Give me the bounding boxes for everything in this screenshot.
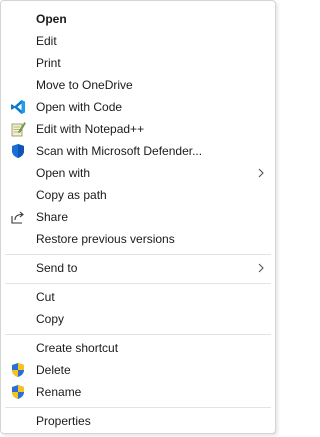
context-menu: Open Edit Print Move to OneDrive Open wi… xyxy=(0,0,276,434)
menu-item-share[interactable]: Share xyxy=(4,206,272,228)
menu-item-label: Rename xyxy=(36,385,82,399)
menu-separator xyxy=(5,254,271,255)
menu-item-open[interactable]: Open xyxy=(4,8,272,30)
menu-separator xyxy=(5,283,271,284)
vscode-icon xyxy=(11,100,25,114)
menu-item-label: Open with xyxy=(36,166,91,180)
menu-item-label: Open xyxy=(36,12,67,26)
chevron-right-icon xyxy=(258,263,264,273)
menu-item-label: Share xyxy=(36,210,69,224)
menu-item-label: Print xyxy=(36,56,61,70)
menu-item-label: Copy as path xyxy=(36,188,107,202)
menu-item-cut[interactable]: Cut xyxy=(4,286,272,308)
menu-item-print[interactable]: Print xyxy=(4,52,272,74)
defender-shield-icon xyxy=(12,144,24,158)
menu-item-move-to-onedrive[interactable]: Move to OneDrive xyxy=(4,74,272,96)
menu-item-copy[interactable]: Copy xyxy=(4,308,272,330)
menu-item-label: Cut xyxy=(36,290,55,304)
menu-item-label: Copy xyxy=(36,312,65,326)
menu-item-label: Send to xyxy=(36,261,78,275)
menu-item-delete[interactable]: Delete xyxy=(4,359,272,381)
menu-item-label: Properties xyxy=(36,414,91,428)
chevron-right-icon xyxy=(258,168,264,178)
menu-item-rename[interactable]: Rename xyxy=(4,381,272,403)
menu-item-label: Edit with Notepad++ xyxy=(36,122,145,136)
menu-item-label: Restore previous versions xyxy=(36,232,175,246)
menu-item-label: Edit xyxy=(36,34,57,48)
menu-item-restore-previous-versions[interactable]: Restore previous versions xyxy=(4,228,272,250)
menu-item-label: Create shortcut xyxy=(36,341,119,355)
menu-separator xyxy=(5,407,271,408)
menu-separator xyxy=(5,334,271,335)
menu-item-label: Move to OneDrive xyxy=(36,78,133,92)
uac-shield-icon xyxy=(12,363,24,377)
menu-item-edit[interactable]: Edit xyxy=(4,30,272,52)
menu-item-edit-with-notepadpp[interactable]: Edit with Notepad++ xyxy=(4,118,272,140)
notepadpp-icon xyxy=(11,122,26,137)
menu-item-copy-as-path[interactable]: Copy as path xyxy=(4,184,272,206)
menu-item-properties[interactable]: Properties xyxy=(4,410,272,432)
menu-item-label: Open with Code xyxy=(36,100,123,114)
menu-item-scan-with-defender[interactable]: Scan with Microsoft Defender... xyxy=(4,140,272,162)
menu-item-open-with[interactable]: Open with xyxy=(4,162,272,184)
menu-item-create-shortcut[interactable]: Create shortcut xyxy=(4,337,272,359)
menu-item-label: Delete xyxy=(36,363,71,377)
menu-item-open-with-code[interactable]: Open with Code xyxy=(4,96,272,118)
menu-item-send-to[interactable]: Send to xyxy=(4,257,272,279)
uac-shield-icon xyxy=(12,385,24,399)
share-icon xyxy=(11,211,24,224)
menu-item-label: Scan with Microsoft Defender... xyxy=(36,144,203,158)
